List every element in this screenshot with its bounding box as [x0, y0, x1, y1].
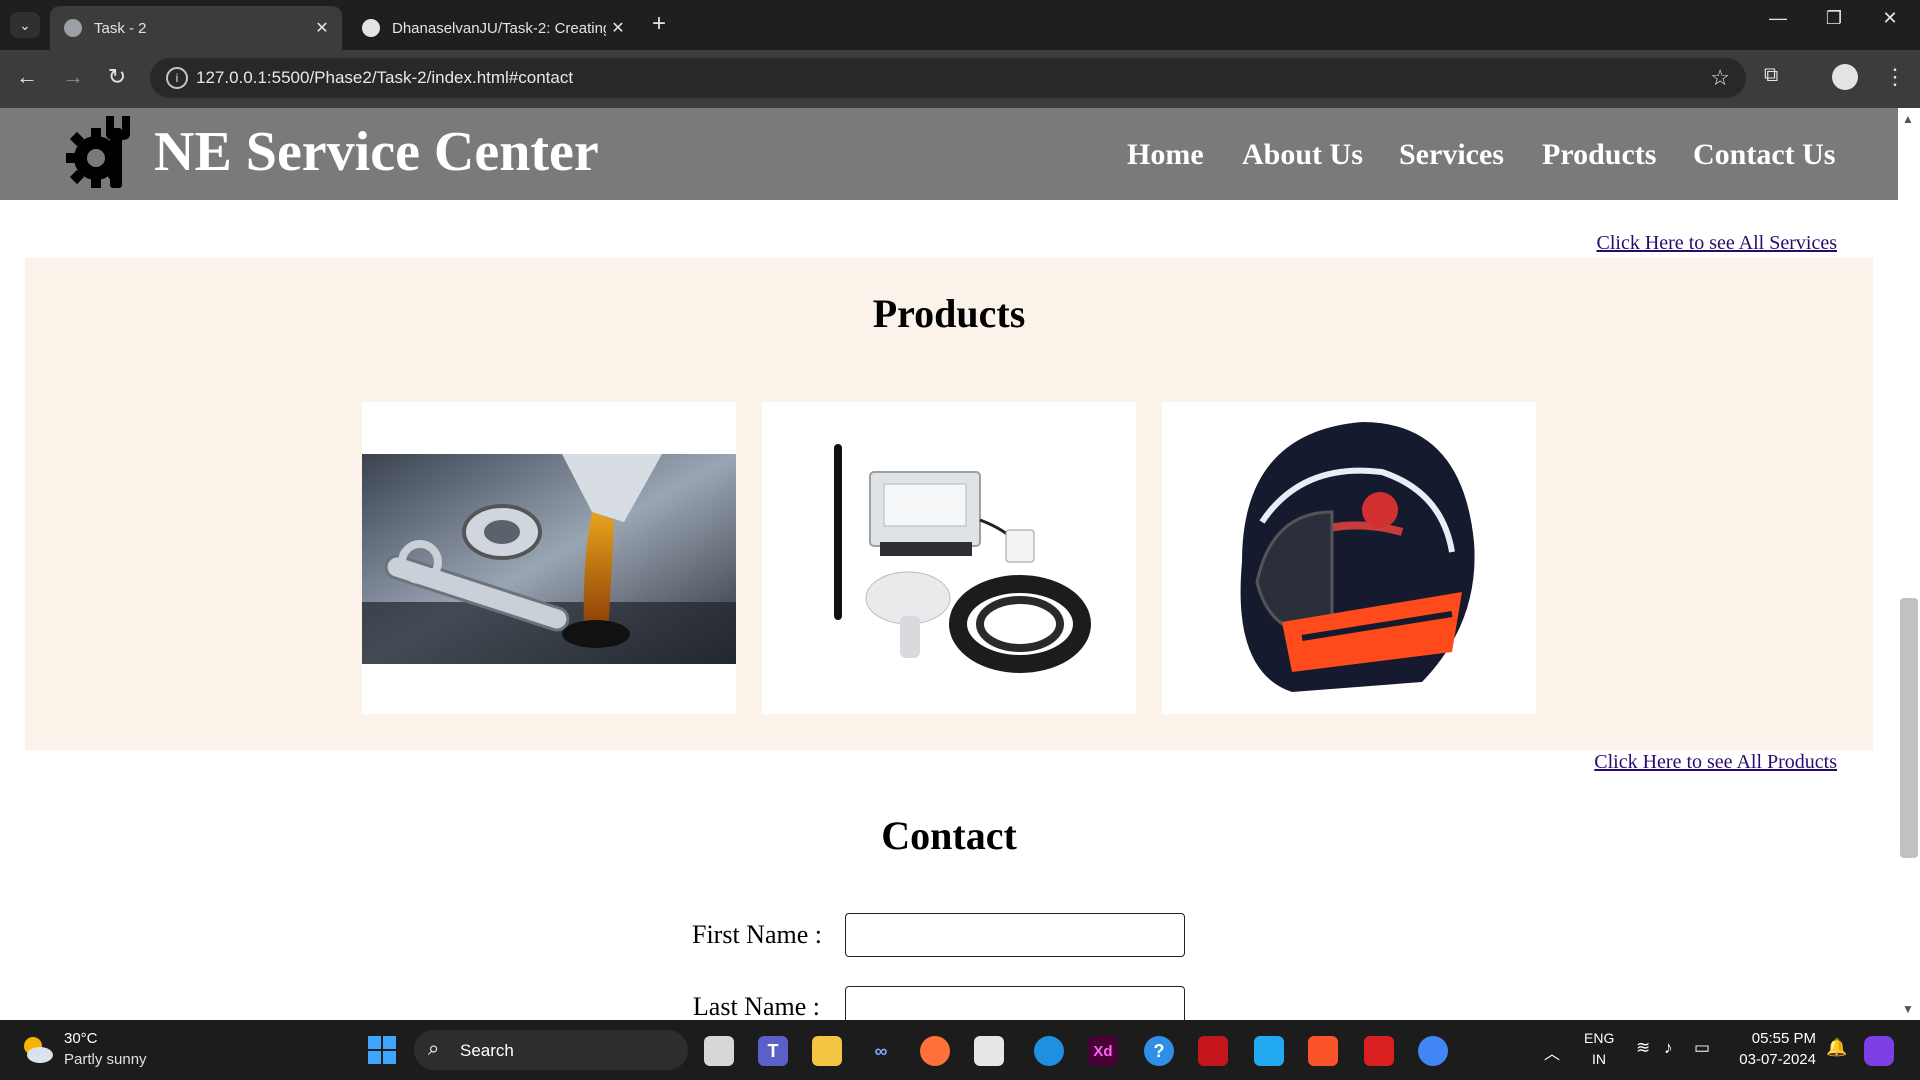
- search-label: Search: [460, 1041, 514, 1060]
- scrollbar-thumb[interactable]: [1900, 598, 1918, 858]
- browser-chrome: ⌄ Task - 2 ✕ DhanaselvanJU/Task-2: Creat…: [0, 0, 1920, 108]
- show-hidden-icons-icon[interactable]: ︿: [1544, 1040, 1560, 1064]
- close-tab-icon[interactable]: ✕: [606, 18, 630, 38]
- menu-kebab-icon[interactable]: ⋮: [1884, 64, 1906, 90]
- tab-strip: ⌄ Task - 2 ✕ DhanaselvanJU/Task-2: Creat…: [0, 0, 1920, 50]
- file-explorer-icon[interactable]: [812, 1036, 842, 1066]
- products-section: Products: [25, 258, 1873, 750]
- brave-icon[interactable]: [1308, 1036, 1338, 1066]
- minimize-icon[interactable]: —: [1758, 8, 1798, 29]
- close-tab-icon[interactable]: ✕: [310, 18, 334, 38]
- tab-search-button[interactable]: ⌄: [10, 12, 40, 38]
- wifi-icon[interactable]: ≋: [1636, 1038, 1650, 1058]
- engine-oil-image: [362, 454, 736, 664]
- back-icon[interactable]: ←: [12, 64, 42, 90]
- page-scrollbar[interactable]: ▲ ▼: [1898, 108, 1920, 1020]
- site-navbar: NE Service Center Home About Us Services…: [0, 108, 1898, 200]
- site-info-icon[interactable]: i: [166, 67, 188, 89]
- first-name-label: First Name :: [692, 920, 822, 949]
- tab-github[interactable]: DhanaselvanJU/Task-2: Creating ✕: [348, 6, 638, 50]
- chrome-icon[interactable]: [1418, 1036, 1448, 1066]
- scroll-down-arrow-icon[interactable]: ▼: [1902, 1002, 1914, 1017]
- taskbar-date[interactable]: 03-07-2024: [1738, 1051, 1816, 1068]
- volume-icon[interactable]: ♪: [1664, 1038, 1673, 1058]
- search-icon: ⌕: [428, 1038, 440, 1060]
- language-line-2[interactable]: IN: [1592, 1051, 1606, 1067]
- product-card-gps-tracker[interactable]: [762, 402, 1136, 714]
- profile-avatar-icon[interactable]: [1832, 64, 1858, 90]
- new-tab-button[interactable]: +: [652, 10, 666, 38]
- tab-task-2[interactable]: Task - 2 ✕: [50, 6, 342, 50]
- reload-icon[interactable]: ↻: [102, 64, 132, 90]
- restore-icon[interactable]: ❐: [1814, 8, 1854, 29]
- partly-sunny-icon: [24, 1037, 53, 1063]
- nav-services[interactable]: Services: [1399, 138, 1504, 172]
- tab-title: Task - 2: [94, 19, 147, 37]
- language-line-1[interactable]: ENG: [1584, 1030, 1614, 1046]
- teams-icon[interactable]: T: [758, 1036, 788, 1066]
- weather-temperature[interactable]: 30°C: [64, 1030, 98, 1047]
- notification-bell-icon[interactable]: 🔔: [1826, 1038, 1847, 1058]
- nav-home[interactable]: Home: [1127, 138, 1204, 172]
- product-card-engine-oil[interactable]: [362, 402, 736, 714]
- acrobat-icon[interactable]: [1364, 1036, 1394, 1066]
- infinity-app-icon[interactable]: ∞: [866, 1036, 896, 1066]
- taskbar-search[interactable]: ⌕ Search: [414, 1030, 688, 1070]
- task-view-icon[interactable]: [704, 1036, 734, 1066]
- windows-taskbar: 30°C Partly sunny ⌕ Search T ∞ Xd ? ︿ EN…: [0, 1020, 1920, 1080]
- mcafee-icon[interactable]: [1198, 1036, 1228, 1066]
- forward-icon[interactable]: →: [58, 64, 88, 90]
- helmet-image: [1240, 422, 1475, 692]
- globe-icon: [64, 19, 82, 37]
- firefox-icon[interactable]: [920, 1036, 950, 1066]
- gear-wrench-logo-icon: [66, 116, 130, 188]
- browser-toolbar: ← → ↻ i 127.0.0.1:5500/Phase2/Task-2/ind…: [0, 50, 1920, 108]
- first-name-input[interactable]: [845, 913, 1185, 957]
- products-heading: Products: [872, 291, 1026, 336]
- github-icon: [362, 19, 380, 37]
- contact-heading: Contact: [881, 813, 1017, 858]
- close-window-icon[interactable]: ✕: [1870, 8, 1910, 29]
- taskbar-time[interactable]: 05:55 PM: [1738, 1030, 1816, 1047]
- tab-title: DhanaselvanJU/Task-2: Creating: [392, 19, 606, 37]
- url-text[interactable]: 127.0.0.1:5500/Phase2/Task-2/index.html#…: [196, 68, 573, 88]
- adobe-xd-icon[interactable]: Xd: [1088, 1036, 1118, 1066]
- weather-condition[interactable]: Partly sunny: [64, 1051, 147, 1068]
- gps-tracker-image: [834, 444, 1091, 673]
- windows-start-icon[interactable]: [368, 1036, 396, 1064]
- scroll-up-arrow-icon[interactable]: ▲: [1902, 112, 1914, 127]
- last-name-input[interactable]: [845, 986, 1185, 1020]
- extensions-icon[interactable]: ⧉: [1764, 64, 1778, 87]
- vscode-icon[interactable]: [1254, 1036, 1284, 1066]
- product-card-helmet[interactable]: [1162, 402, 1536, 714]
- nav-products[interactable]: Products: [1542, 138, 1656, 172]
- bookmark-star-icon[interactable]: ☆: [1710, 65, 1730, 91]
- all-products-link[interactable]: Click Here to see All Products: [1594, 751, 1837, 774]
- page-viewport: NE Service Center Home About Us Services…: [0, 108, 1898, 1020]
- address-bar[interactable]: i 127.0.0.1:5500/Phase2/Task-2/index.htm…: [150, 58, 1746, 98]
- microsoft-store-icon[interactable]: [974, 1036, 1004, 1066]
- battery-icon[interactable]: ▭: [1694, 1038, 1710, 1058]
- last-name-label: Last Name :: [692, 992, 820, 1020]
- help-icon[interactable]: ?: [1144, 1036, 1174, 1066]
- brand-title: NE Service Center: [154, 121, 599, 183]
- copilot-icon[interactable]: [1864, 1036, 1894, 1066]
- nav-contact-us[interactable]: Contact Us: [1693, 138, 1836, 172]
- all-services-link[interactable]: Click Here to see All Services: [1597, 232, 1838, 255]
- nav-about-us[interactable]: About Us: [1242, 138, 1363, 172]
- edge-icon[interactable]: [1034, 1036, 1064, 1066]
